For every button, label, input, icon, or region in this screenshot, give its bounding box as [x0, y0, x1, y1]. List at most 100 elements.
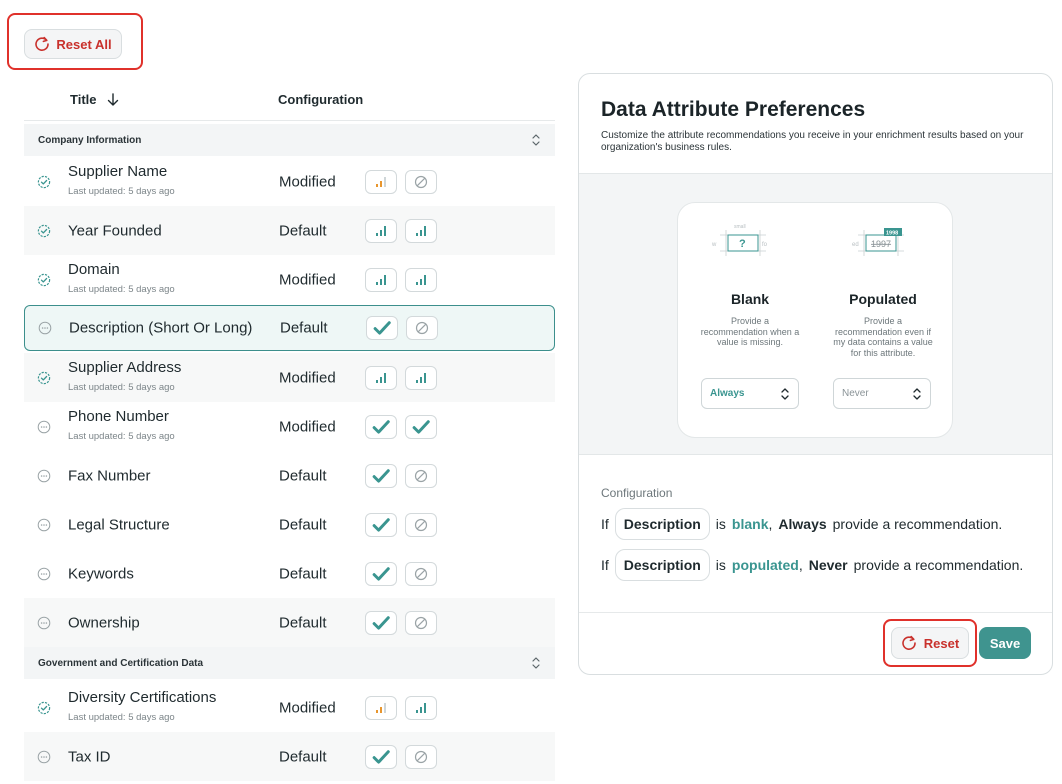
table-row[interactable]: Legal Structure Default: [24, 500, 555, 549]
blank-illus-top: small: [734, 224, 746, 230]
blocked-icon: [413, 468, 429, 484]
sentence-is: is: [715, 557, 726, 573]
row-updated: Last updated: 5 days ago: [68, 284, 175, 295]
row-title: Keywords: [68, 565, 134, 582]
reset-button[interactable]: Reset: [891, 627, 969, 659]
checkmark-icon: [372, 318, 392, 338]
configuration-column-header[interactable]: Configuration: [278, 92, 363, 107]
table-row[interactable]: Supplier Address Last updated: 5 days ago…: [24, 353, 555, 402]
blocked-icon: [413, 615, 429, 631]
attribute-pill: Description: [614, 508, 710, 540]
populated-setting-chip[interactable]: [405, 695, 437, 720]
sentence-if: If: [601, 516, 609, 532]
checkmark-icon: [411, 417, 431, 437]
populated-setting-chip[interactable]: [405, 610, 437, 635]
verified-check-icon: [37, 273, 51, 287]
populated-setting-chip[interactable]: [405, 463, 437, 488]
save-button[interactable]: Save: [979, 627, 1031, 659]
signal-bars-icon: [413, 370, 429, 386]
checkmark-icon: [371, 613, 391, 633]
blank-setting-chip[interactable]: [365, 414, 397, 439]
pending-dots-icon: [37, 518, 51, 532]
blank-setting-chip[interactable]: [365, 267, 397, 292]
table-row[interactable]: Supplier Name Last updated: 5 days ago Mod…: [24, 157, 555, 206]
sentence-rest: provide a recommendation.: [853, 557, 1024, 573]
populated-select[interactable]: Never: [833, 378, 931, 409]
title-column-label: Title: [70, 92, 97, 107]
blank-heading: Blank: [730, 291, 770, 307]
table-row[interactable]: Phone Number Last updated: 5 days ago Modi…: [24, 402, 555, 451]
sentence-rest: provide a recommendation.: [832, 516, 1003, 532]
row-title: Legal Structure: [68, 516, 170, 533]
reset-icon: [902, 635, 916, 650]
populated-setting-chip[interactable]: [405, 169, 437, 194]
sentence-is: is: [715, 516, 726, 532]
populated-setting-chip[interactable]: [405, 512, 437, 537]
blank-description: Provide a recommendation when a value is…: [700, 316, 800, 347]
panel-description: Customize the attribute recommendations …: [601, 130, 1024, 153]
blank-setting-chip[interactable]: [365, 512, 397, 537]
populated-setting-chip[interactable]: [406, 316, 438, 340]
populated-setting-chip[interactable]: [405, 561, 437, 586]
verified-check-icon: [37, 701, 51, 715]
row-title: Phone Number: [68, 408, 169, 425]
table-row[interactable]: Domain Last updated: 5 days ago Modified: [24, 255, 555, 304]
table-row[interactable]: Keywords Default: [24, 549, 555, 598]
blank-setting-chip[interactable]: [365, 169, 397, 194]
sentence-comma: ,: [768, 516, 773, 532]
title-column-header[interactable]: Title: [70, 92, 119, 107]
blocked-icon: [413, 566, 429, 582]
table-row[interactable]: Tax ID Default: [24, 732, 555, 781]
table-row[interactable]: Diversity Certifications Last updated: 5 …: [24, 683, 555, 732]
populated-setting-chip[interactable]: [405, 267, 437, 292]
row-title: Domain: [68, 261, 120, 278]
signal-bars-icon: [413, 223, 429, 239]
reset-all-button[interactable]: Reset All: [24, 29, 122, 59]
configuration-label: Configuration: [601, 486, 673, 500]
signal-bars-icon: [373, 223, 389, 239]
populated-illus-old: 1997: [871, 239, 891, 249]
row-title: Supplier Address: [68, 359, 182, 376]
blank-setting-chip[interactable]: [365, 365, 397, 390]
blank-setting-chip[interactable]: [365, 610, 397, 635]
table-row[interactable]: Year Founded Default: [24, 206, 555, 255]
populated-setting-chip[interactable]: [405, 365, 437, 390]
pending-dots-icon: [37, 420, 51, 434]
populated-illustration-icon: 1998 1997 ed: [852, 228, 904, 256]
blank-select[interactable]: Always: [701, 378, 799, 409]
checkmark-icon: [371, 747, 391, 767]
sentence-state: blank: [731, 516, 769, 532]
populated-description: Provide a recommendation even if my data…: [833, 316, 933, 358]
blank-setting-chip[interactable]: [365, 561, 397, 586]
row-title: Description (Short Or Long): [69, 319, 253, 337]
signal-bars-icon: [373, 370, 389, 386]
blocked-icon: [413, 517, 429, 533]
sort-icon: [532, 657, 540, 669]
row-updated: Last updated: 5 days ago: [68, 431, 175, 442]
populated-setting-chip[interactable]: [405, 218, 437, 243]
row-configuration: Default: [279, 748, 327, 765]
blank-setting-chip[interactable]: [365, 695, 397, 720]
blank-setting-chip[interactable]: [365, 744, 397, 769]
table-row[interactable]: Description (Short Or Long) Default: [24, 305, 555, 351]
populated-setting-chip[interactable]: [405, 744, 437, 769]
preference-card: ? small w fo 1998 1997 ed Blank Provide …: [677, 202, 953, 438]
populated-setting-chip[interactable]: [405, 414, 437, 439]
panel-title: Data Attribute Preferences: [601, 98, 866, 121]
preferences-panel: Data Attribute Preferences Customize the…: [578, 73, 1053, 675]
blank-setting-chip[interactable]: [365, 463, 397, 488]
blank-setting-chip[interactable]: [366, 316, 398, 340]
row-configuration: Modified: [279, 271, 336, 288]
group-company-information[interactable]: Company Information: [24, 124, 555, 156]
blank-setting-chip[interactable]: [365, 218, 397, 243]
sentence-state: populated: [731, 557, 799, 573]
group-government-certification[interactable]: Government and Certification Data: [24, 647, 555, 679]
table-row[interactable]: Ownership Default: [24, 598, 555, 647]
sentence-comma: ,: [798, 557, 803, 573]
populated-heading: Populated: [849, 291, 917, 307]
blank-illus-left: w: [711, 242, 717, 248]
table-row[interactable]: Fax Number Default: [24, 451, 555, 500]
row-configuration: Default: [279, 614, 327, 631]
row-configuration: Default: [279, 565, 327, 582]
row-configuration: Modified: [279, 369, 336, 386]
